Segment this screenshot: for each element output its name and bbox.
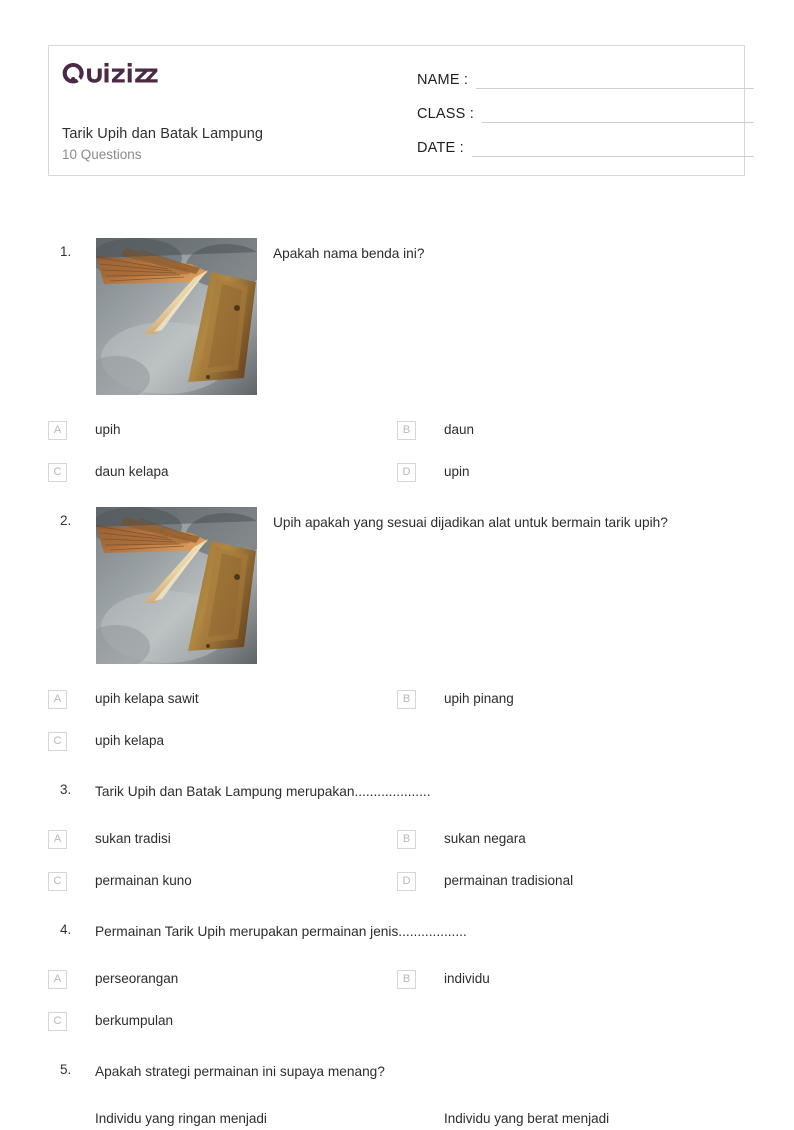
question-text: Permainan Tarik Upih merupakan permainan… [95,924,467,939]
quizizz-logo-icon [62,60,158,86]
option-c[interactable]: C berkumpulan [48,1010,388,1032]
option-text: daun [444,422,475,437]
worksheet-header-card: Tarik Upih dan Batak Lampung 10 Question… [48,45,754,176]
date-field-row: DATE : [417,137,754,157]
option-text: perseorangan [95,971,179,986]
option-b[interactable]: Individu yang berat menjadi [397,1108,737,1130]
question-text: Apakah nama benda ini? [273,246,425,261]
student-info-fields: NAME : CLASS : DATE : [417,46,754,175]
option-text: upih pinang [444,691,514,706]
class-field-label: CLASS : [417,106,475,122]
option-letter: A [48,829,67,849]
option-text: berkumpulan [95,1013,174,1028]
option-text: upih kelapa sawit [95,691,199,706]
option-text: Individu yang ringan menjadi [95,1111,267,1126]
option-a[interactable]: A perseorangan [48,968,388,990]
option-text: sukan tradisi [95,831,171,846]
option-b[interactable]: B sukan negara [397,828,737,850]
option-text: sukan negara [444,831,526,846]
option-a[interactable]: A upih kelapa sawit [48,688,388,710]
option-letter: D [397,462,416,482]
option-letter: B [397,969,416,989]
option-b[interactable]: B upih pinang [397,688,737,710]
quiz-title: Tarik Upih dan Batak Lampung [62,126,264,142]
option-text: upih [95,422,121,437]
option-text: permainan kuno [95,873,192,888]
option-letter: A [48,969,67,989]
option-text: daun kelapa [95,464,169,479]
option-d[interactable]: D upin [397,461,737,483]
option-letter: D [397,871,416,891]
date-field-label: DATE : [417,140,464,156]
question-text: Tarik Upih dan Batak Lampung merupakan..… [95,784,431,799]
option-letter: B [397,689,416,709]
question-image [96,238,257,395]
option-letter: C [48,731,67,751]
option-text: permainan tradisional [444,873,574,888]
option-c[interactable]: C permainan kuno [48,870,388,892]
class-field-row: CLASS : [417,103,754,123]
option-a[interactable]: A upih [48,419,388,441]
option-b[interactable]: B daun [397,419,737,441]
option-text: Individu yang berat menjadi [444,1111,610,1126]
name-input-line[interactable] [476,72,754,89]
class-input-line[interactable] [482,106,754,123]
option-letter: B [397,420,416,440]
worksheet-page: Tarik Upih dan Batak Lampung 10 Question… [0,0,794,1126]
question-number: 1. [60,244,72,259]
question-text: Apakah strategi permainan ini supaya men… [95,1064,385,1079]
question-number: 5. [60,1062,72,1077]
option-letter: C [48,1011,67,1031]
option-letter: A [48,420,67,440]
name-field-row: NAME : [417,69,754,89]
option-c[interactable]: C daun kelapa [48,461,388,483]
name-field-label: NAME : [417,72,469,88]
option-b[interactable]: B individu [397,968,737,990]
option-a[interactable]: A sukan tradisi [48,828,388,850]
question-count-label: 10 Questions [62,147,142,162]
question-number: 2. [60,513,72,528]
option-letter: B [397,829,416,849]
option-letter: A [48,689,67,709]
question-number: 4. [60,922,72,937]
question-number: 3. [60,782,72,797]
header-left-panel: Tarik Upih dan Batak Lampung 10 Question… [62,46,412,175]
option-letter: C [48,462,67,482]
option-text: upih kelapa [95,733,165,748]
option-a[interactable]: Individu yang ringan menjadi [48,1108,388,1130]
option-d[interactable]: D permainan tradisional [397,870,737,892]
option-c[interactable]: C upih kelapa [48,730,388,752]
date-input-line[interactable] [471,140,754,157]
question-image [96,507,257,664]
option-text: upin [444,464,470,479]
option-text: individu [444,971,490,986]
option-letter: C [48,871,67,891]
question-text: Upih apakah yang sesuai dijadikan alat u… [273,515,668,530]
